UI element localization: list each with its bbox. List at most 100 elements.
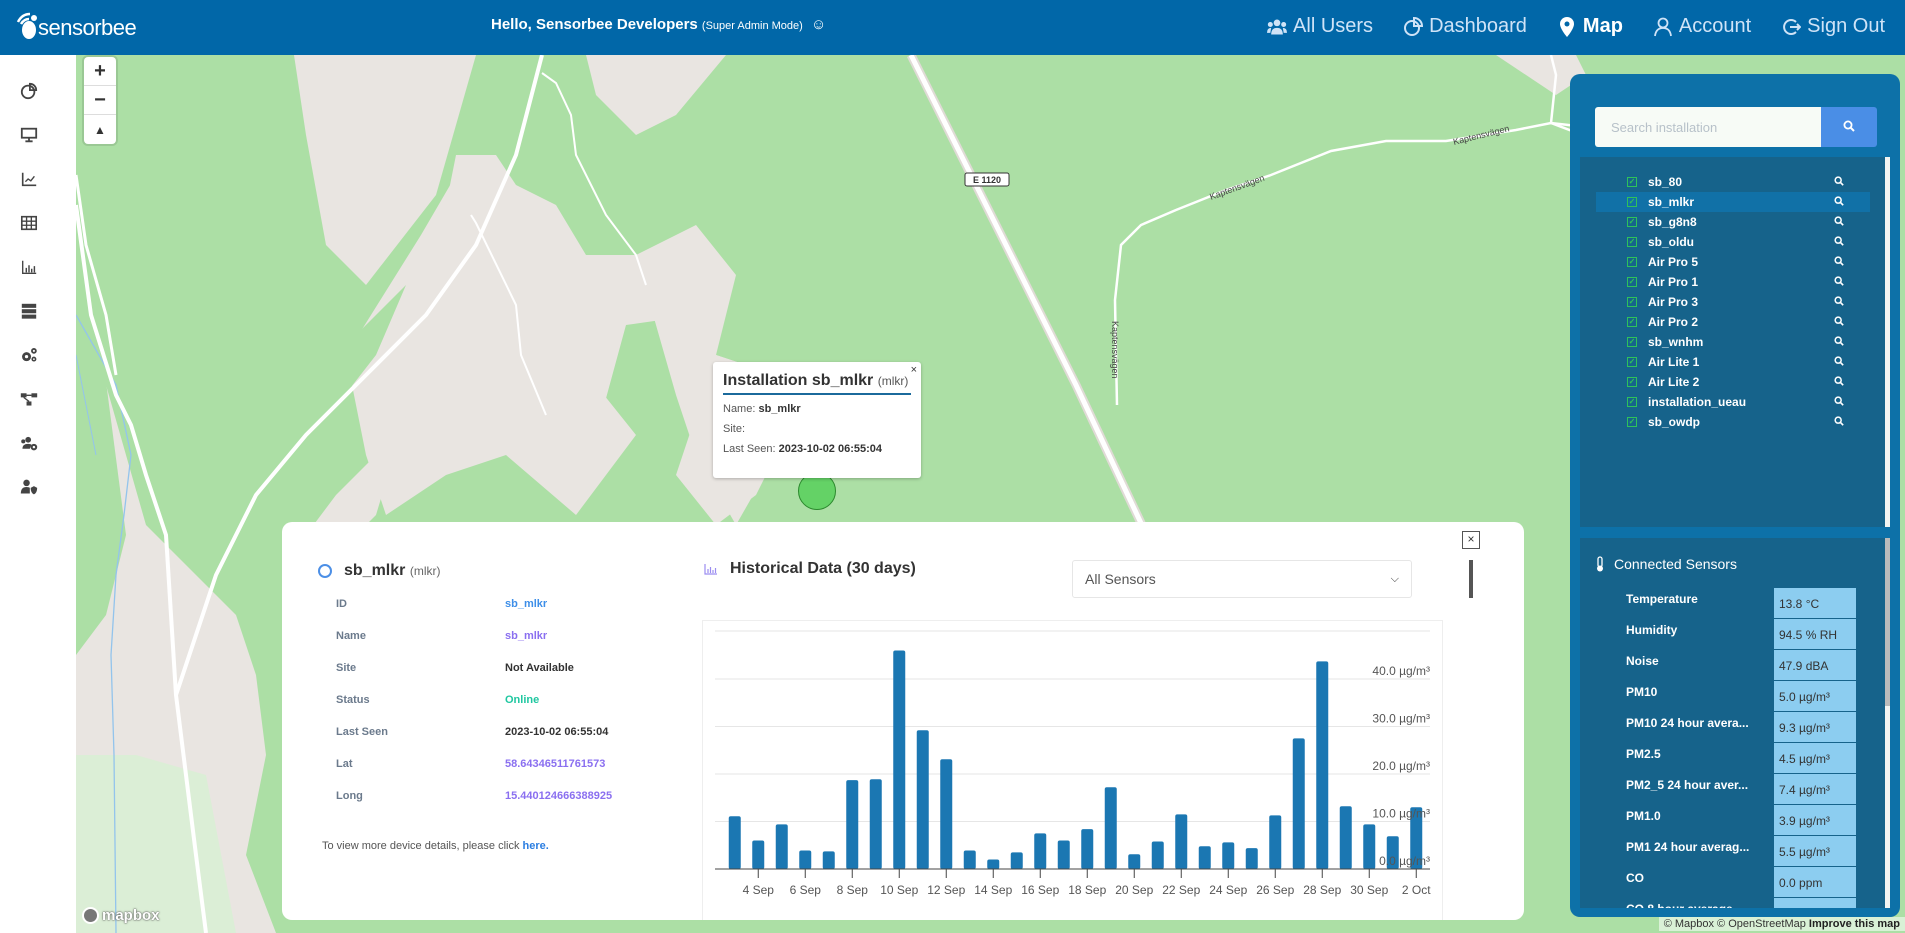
- bar-7-sep[interactable]: [822, 851, 835, 869]
- checkbox[interactable]: ✓: [1627, 417, 1637, 427]
- bar-22-sep[interactable]: [1175, 814, 1188, 869]
- zoom-in-button[interactable]: +: [84, 57, 116, 86]
- zoom-to-installation-icon[interactable]: [1834, 355, 1844, 369]
- checkbox[interactable]: ✓: [1627, 277, 1637, 287]
- bar-30-sep[interactable]: [1363, 824, 1376, 869]
- sensorbee-logo[interactable]: sensorbee: [12, 8, 137, 44]
- sidebar-server[interactable]: [18, 300, 40, 322]
- zoom-to-installation-icon[interactable]: [1834, 375, 1844, 389]
- bar-16-sep[interactable]: [1034, 833, 1047, 869]
- installation-item[interactable]: ✓ sb_mlkr: [1596, 192, 1870, 212]
- bar-20-sep[interactable]: [1128, 854, 1141, 869]
- installation-item[interactable]: ✓ Air Pro 1: [1596, 272, 1870, 292]
- zoom-to-installation-icon[interactable]: [1834, 335, 1844, 349]
- installation-item[interactable]: ✓ sb_wnhm: [1596, 332, 1870, 352]
- nav-all-users[interactable]: All Users: [1267, 15, 1373, 38]
- zoom-to-installation-icon[interactable]: [1834, 195, 1844, 209]
- bar-15-sep[interactable]: [1010, 852, 1023, 869]
- sensors-scrollbar[interactable]: [1885, 538, 1890, 908]
- zoom-to-installation-icon[interactable]: [1834, 215, 1844, 229]
- attribution-text[interactable]: © Mapbox © OpenStreetMap: [1664, 918, 1806, 930]
- bar-29-sep[interactable]: [1339, 806, 1352, 869]
- mapbox-logo[interactable]: mapbox: [82, 907, 160, 924]
- zoom-to-installation-icon[interactable]: [1834, 395, 1844, 409]
- compass-button[interactable]: ▲: [84, 115, 116, 144]
- checkbox[interactable]: ✓: [1627, 217, 1637, 227]
- bar-28-sep[interactable]: [1316, 661, 1329, 869]
- sensor-select[interactable]: All Sensors ⌵: [1072, 560, 1412, 598]
- installation-item[interactable]: ✓ Air Lite 1: [1596, 352, 1870, 372]
- bar-21-sep[interactable]: [1151, 841, 1164, 869]
- installation-item[interactable]: ✓ sb_80: [1596, 172, 1870, 192]
- sidebar-line-chart[interactable]: [18, 168, 40, 190]
- bar-5-sep[interactable]: [775, 824, 788, 869]
- bar-11-sep[interactable]: [916, 730, 929, 869]
- bar-14-sep[interactable]: [987, 859, 1000, 869]
- zoom-to-installation-icon[interactable]: [1834, 235, 1844, 249]
- bar-18-sep[interactable]: [1081, 829, 1094, 869]
- sensor-label: Noise: [1626, 654, 1659, 668]
- installation-item[interactable]: ✓ installation_ueau: [1596, 392, 1870, 412]
- bar-4-sep[interactable]: [752, 840, 765, 869]
- details-scrollbar[interactable]: [1469, 560, 1473, 598]
- checkbox[interactable]: ✓: [1627, 257, 1637, 267]
- zoom-to-installation-icon[interactable]: [1834, 275, 1844, 289]
- checkbox[interactable]: ✓: [1627, 297, 1637, 307]
- more-details-link[interactable]: here.: [522, 840, 548, 852]
- improve-map-link[interactable]: Improve this map: [1809, 918, 1900, 930]
- popup-close-button[interactable]: ×: [911, 364, 917, 376]
- device-info-key: Status: [336, 694, 370, 706]
- bar-13-sep[interactable]: [963, 850, 976, 869]
- checkbox[interactable]: ✓: [1627, 377, 1637, 387]
- bar-17-sep[interactable]: [1057, 840, 1070, 869]
- nav-sign-out[interactable]: Sign Out: [1781, 15, 1885, 38]
- zoom-to-installation-icon[interactable]: [1834, 175, 1844, 189]
- nav-dashboard[interactable]: Dashboard: [1403, 15, 1527, 38]
- bar-12-sep[interactable]: [940, 759, 953, 869]
- checkbox[interactable]: ✓: [1627, 237, 1637, 247]
- sidebar-monitor[interactable]: [18, 124, 40, 146]
- bar-25-sep[interactable]: [1245, 848, 1258, 869]
- nav-map[interactable]: Map: [1557, 15, 1623, 38]
- installation-item[interactable]: ✓ Air Pro 3: [1596, 292, 1870, 312]
- search-installation-input[interactable]: [1595, 107, 1821, 147]
- zoom-to-installation-icon[interactable]: [1834, 295, 1844, 309]
- sidebar-dashboard[interactable]: [18, 80, 40, 102]
- sidebar-user-shield[interactable]: [18, 476, 40, 498]
- installation-item[interactable]: ✓ sb_owdp: [1596, 412, 1870, 432]
- checkbox[interactable]: ✓: [1627, 357, 1637, 367]
- bar-24-sep[interactable]: [1222, 842, 1235, 869]
- sidebar-bar-chart[interactable]: [18, 256, 40, 278]
- zoom-to-installation-icon[interactable]: [1834, 255, 1844, 269]
- installation-item[interactable]: ✓ Air Lite 2: [1596, 372, 1870, 392]
- zoom-to-installation-icon[interactable]: [1834, 415, 1844, 429]
- checkbox[interactable]: ✓: [1627, 337, 1637, 347]
- zoom-out-button[interactable]: −: [84, 86, 116, 115]
- sidebar-table[interactable]: [18, 212, 40, 234]
- sidebar-network[interactable]: [18, 388, 40, 410]
- bar-27-sep[interactable]: [1292, 738, 1305, 869]
- installation-item[interactable]: ✓ Air Pro 2: [1596, 312, 1870, 332]
- bar-3-sep[interactable]: [728, 816, 741, 869]
- search-button[interactable]: [1821, 107, 1877, 147]
- sidebar-user-settings[interactable]: [18, 432, 40, 454]
- zoom-to-installation-icon[interactable]: [1834, 315, 1844, 329]
- details-close-button[interactable]: ×: [1462, 531, 1480, 549]
- bar-19-sep[interactable]: [1104, 787, 1117, 869]
- bar-23-sep[interactable]: [1198, 846, 1211, 869]
- nav-account[interactable]: Account: [1653, 15, 1751, 38]
- bar-26-sep[interactable]: [1269, 815, 1282, 869]
- installation-item[interactable]: ✓ sb_oldu: [1596, 232, 1870, 252]
- checkbox[interactable]: ✓: [1627, 177, 1637, 187]
- installation-item[interactable]: ✓ sb_g8n8: [1596, 212, 1870, 232]
- installation-list-scrollbar[interactable]: [1885, 157, 1890, 527]
- bar-10-sep[interactable]: [893, 650, 906, 869]
- checkbox[interactable]: ✓: [1627, 197, 1637, 207]
- checkbox[interactable]: ✓: [1627, 397, 1637, 407]
- bar-9-sep[interactable]: [869, 779, 882, 869]
- checkbox[interactable]: ✓: [1627, 317, 1637, 327]
- bar-8-sep[interactable]: [846, 780, 859, 869]
- sidebar-settings[interactable]: [18, 344, 40, 366]
- bar-6-sep[interactable]: [799, 850, 812, 869]
- installation-item[interactable]: ✓ Air Pro 5: [1596, 252, 1870, 272]
